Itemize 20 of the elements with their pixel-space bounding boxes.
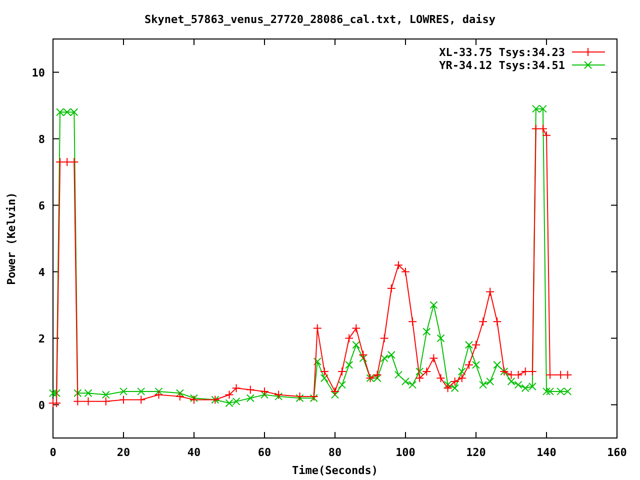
y-tick-label: 8 (38, 132, 45, 146)
x-tick-label: 20 (116, 446, 130, 459)
y-tick-label: 6 (38, 199, 45, 212)
x-tick-label: 60 (258, 446, 272, 459)
x-axis-label: Time(Seconds) (292, 464, 378, 477)
x-tick-label: 100 (396, 446, 416, 459)
chart-title: Skynet_57863_venus_27720_28086_cal.txt, LOWRES, daisy (144, 13, 496, 26)
y-tick-label: 4 (38, 266, 45, 279)
y-tick-label: 0 (38, 398, 45, 412)
y-tick-label: 10 (32, 66, 45, 80)
x-tick-label: 40 (187, 446, 201, 459)
x-tick-label: 160 (607, 446, 627, 459)
legend-label: XL-33.75 Tsys:34.23 (439, 46, 565, 59)
x-tick-label: 80 (328, 446, 342, 459)
y-tick-label: 2 (38, 332, 45, 346)
x-tick-label: 120 (466, 446, 486, 459)
y-axis-label: Power (Kelvin) (5, 192, 18, 285)
x-tick-label: 0 (50, 446, 56, 459)
x-tick-label: 140 (536, 446, 556, 459)
legend-label: YR-34.12 Tsys:34.51 (439, 59, 565, 72)
